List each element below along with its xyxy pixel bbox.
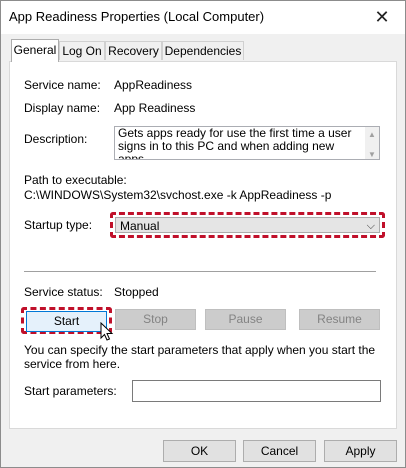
startup-type-value: Manual (120, 219, 160, 233)
service-name-value: AppReadiness (114, 78, 193, 92)
start-button[interactable]: Start (26, 311, 107, 332)
description-scrollbar[interactable]: ▲ ▼ (365, 127, 379, 159)
scroll-down-icon[interactable]: ▼ (368, 148, 376, 159)
service-status-label: Service status: (24, 285, 103, 299)
window-title: App Readiness Properties (Local Computer… (9, 9, 265, 24)
service-status-value: Stopped (114, 285, 159, 299)
description-label: Description: (24, 132, 88, 146)
description-textbox[interactable]: Gets apps ready for use the first time a… (114, 126, 380, 160)
cancel-button[interactable]: Cancel (243, 440, 316, 462)
start-parameters-hint: You can specify the start parameters tha… (24, 343, 376, 371)
tab-general[interactable]: General (11, 39, 59, 62)
stop-button[interactable]: Stop (115, 309, 196, 330)
chevron-down-icon: ⌵ (366, 220, 375, 232)
start-parameters-input[interactable] (132, 380, 381, 402)
tab-recovery[interactable]: Recovery (105, 41, 162, 60)
close-icon[interactable]: ✕ (359, 1, 405, 33)
start-parameters-label: Start parameters: (24, 384, 117, 398)
resume-button[interactable]: Resume (299, 309, 380, 330)
mouse-pointer-icon (100, 322, 114, 341)
pause-button[interactable]: Pause (205, 309, 286, 330)
divider (24, 271, 376, 272)
properties-dialog: App Readiness Properties (Local Computer… (0, 0, 406, 468)
path-label: Path to executable: (24, 173, 127, 187)
scroll-up-icon[interactable]: ▲ (368, 128, 376, 141)
tab-strip: General Log On Recovery Dependencies (1, 39, 405, 62)
tab-log-on[interactable]: Log On (59, 41, 105, 60)
general-panel: Service name: AppReadiness Display name:… (9, 61, 397, 429)
startup-type-highlight: Manual ⌵ (110, 212, 385, 238)
description-text: Gets apps ready for use the first time a… (118, 126, 352, 160)
display-name-value: App Readiness (114, 101, 196, 115)
tab-dependencies[interactable]: Dependencies (162, 41, 244, 60)
startup-type-select[interactable]: Manual ⌵ (115, 217, 380, 233)
service-name-label: Service name: (24, 78, 101, 92)
ok-button[interactable]: OK (163, 440, 236, 462)
path-value: C:\WINDOWS\System32\svchost.exe -k AppRe… (24, 188, 332, 202)
start-button-highlight: Start (21, 307, 112, 334)
display-name-label: Display name: (24, 101, 101, 115)
apply-button[interactable]: Apply (324, 440, 397, 462)
startup-type-label: Startup type: (24, 218, 93, 232)
title-bar: App Readiness Properties (Local Computer… (1, 1, 405, 34)
